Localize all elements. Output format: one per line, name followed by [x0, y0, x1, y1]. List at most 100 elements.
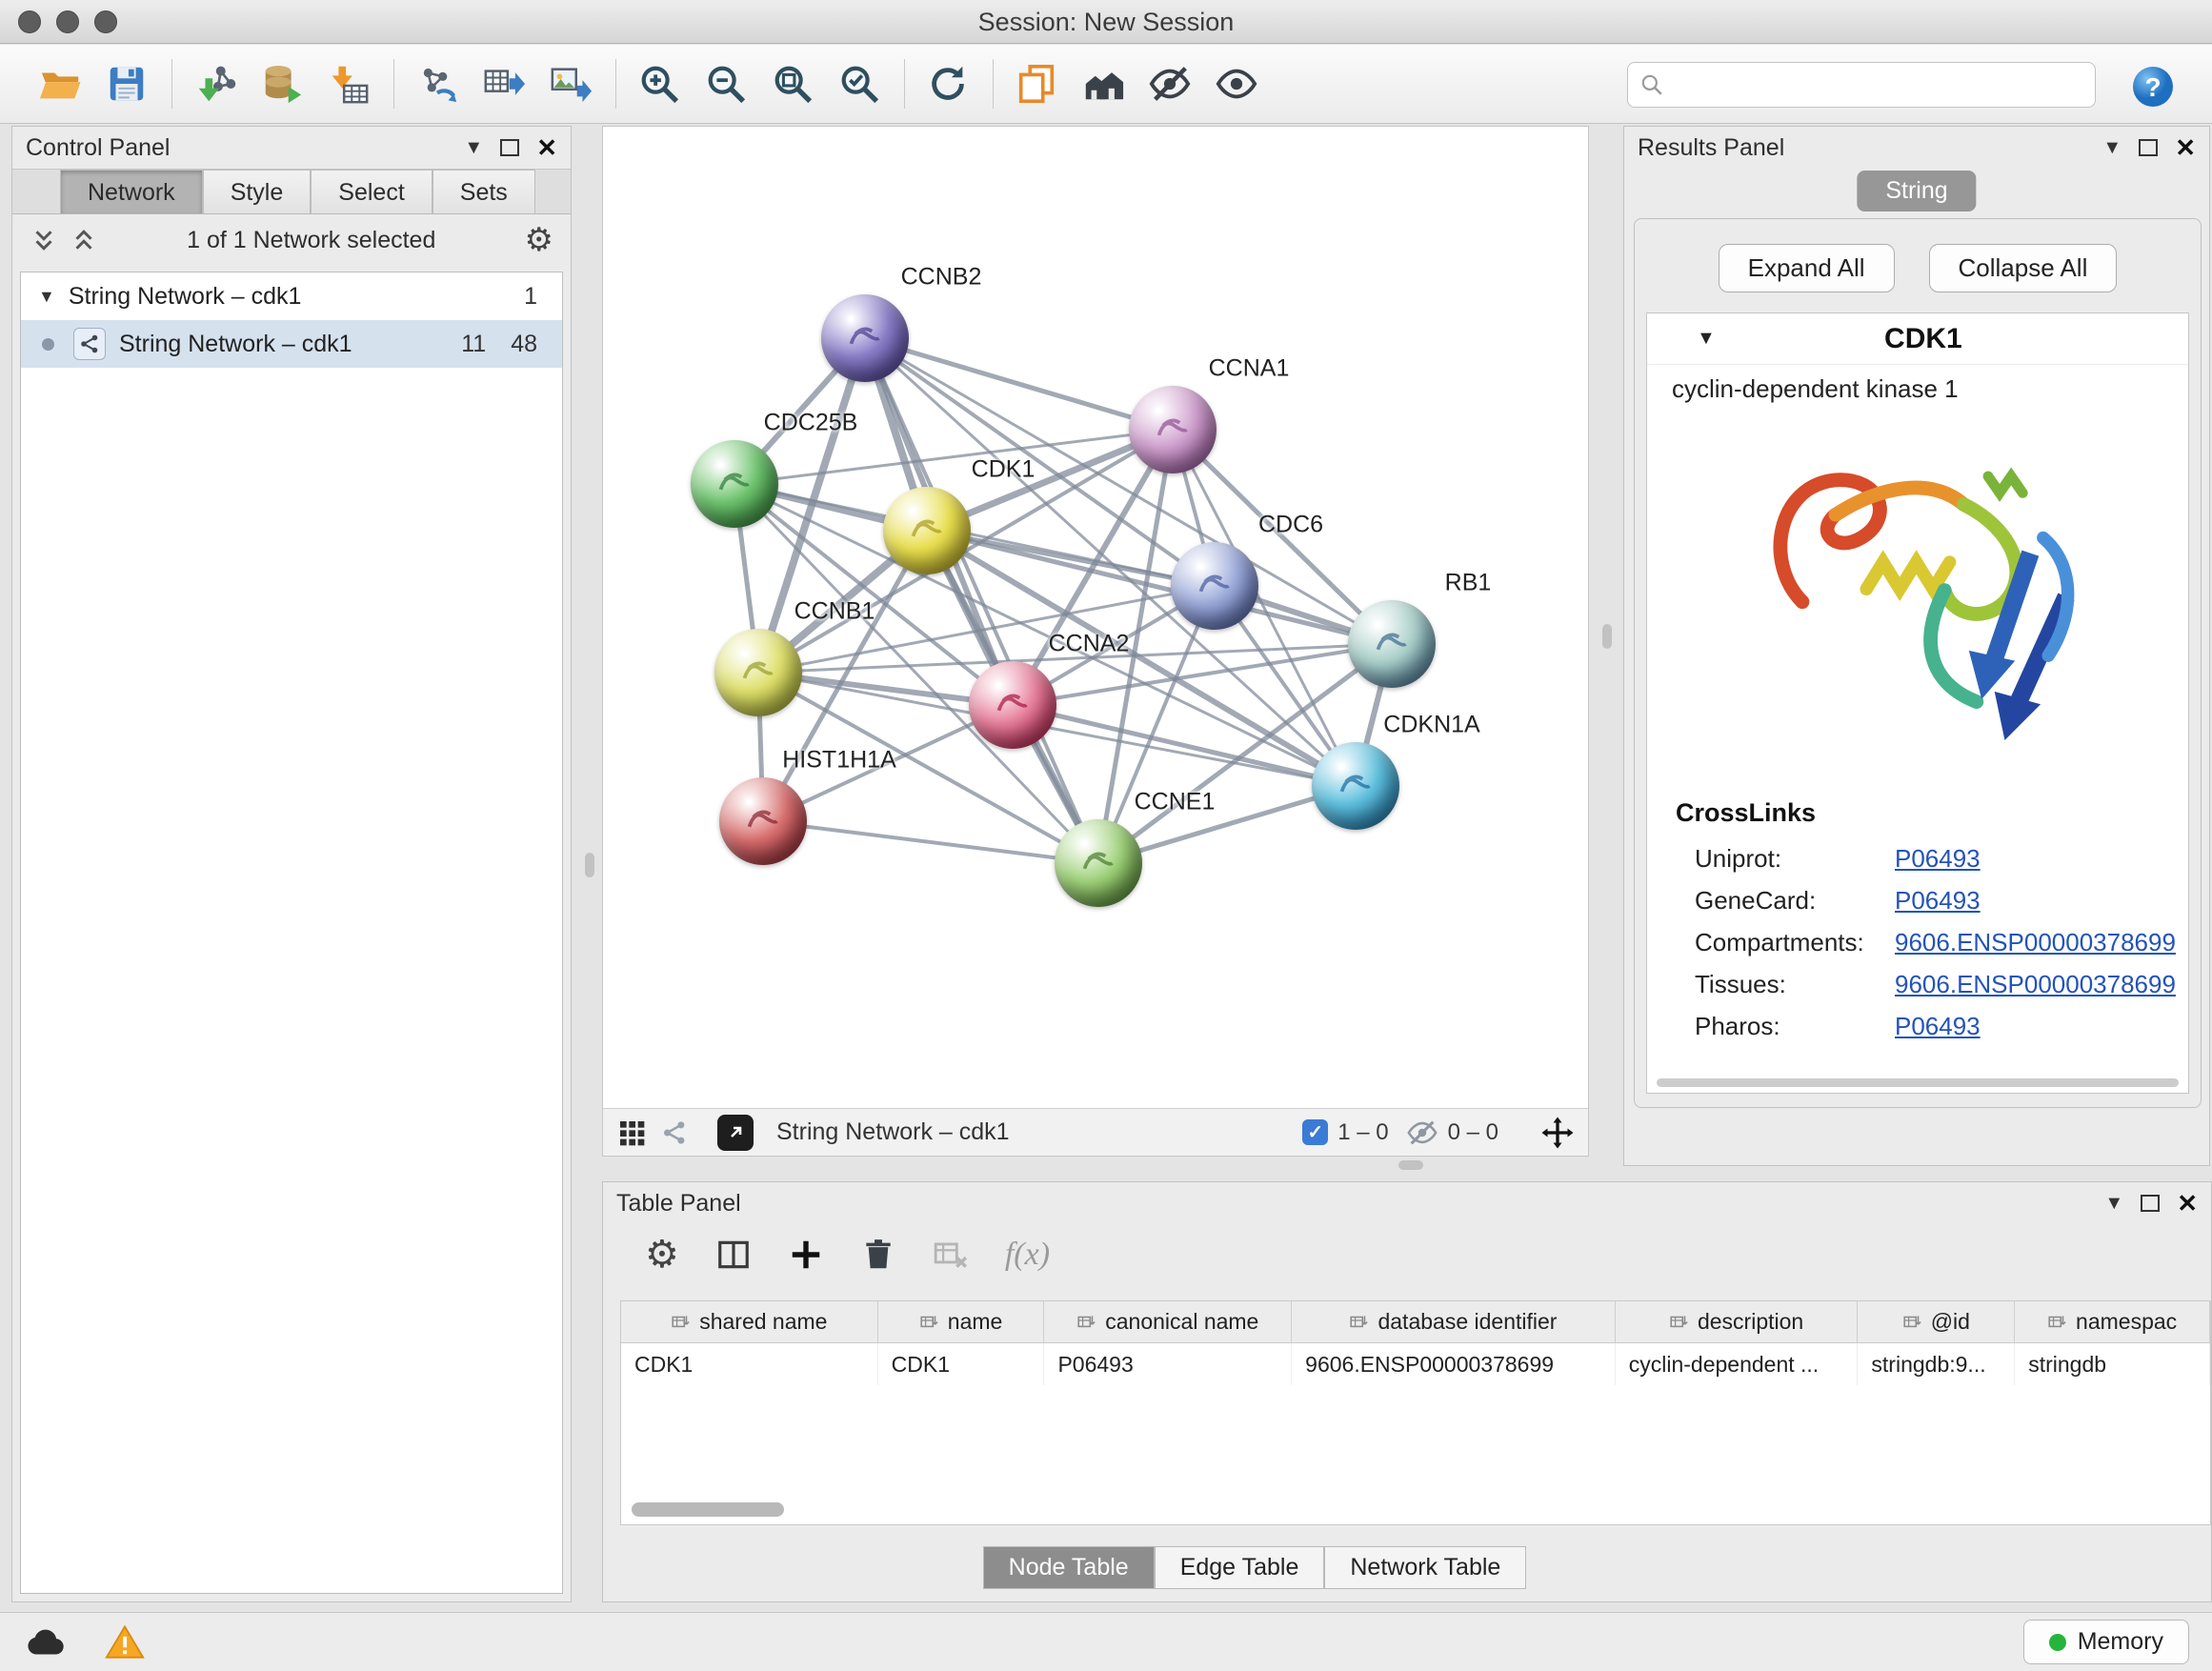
- zoom-in-button[interactable]: [632, 56, 687, 111]
- node-CDC6[interactable]: [1171, 542, 1258, 630]
- column-header-database-identifier[interactable]: database identifier: [1292, 1301, 1616, 1342]
- column-header-canonical-name[interactable]: canonical name: [1044, 1301, 1292, 1342]
- gene-disclosure-icon[interactable]: ▼: [1697, 328, 1716, 350]
- node-CDK1[interactable]: [883, 487, 971, 574]
- node-CCNA2[interactable]: [969, 661, 1056, 749]
- open-session-button[interactable]: [32, 56, 88, 111]
- tab-network-table[interactable]: Network Table: [1324, 1546, 1526, 1589]
- birds-eye-view-button[interactable]: [616, 1117, 647, 1148]
- export-table-button[interactable]: [476, 56, 532, 111]
- edge-CCNB2-CCNE1[interactable]: [865, 338, 1098, 863]
- warnings-button[interactable]: [105, 1622, 145, 1662]
- column-header-shared-name[interactable]: shared name: [621, 1301, 878, 1342]
- gear-icon[interactable]: ⚙: [525, 224, 553, 256]
- table-cell[interactable]: stringdb: [2015, 1343, 2210, 1385]
- copy-document-button[interactable]: [1009, 56, 1064, 111]
- table-cell[interactable]: 9606.ENSP00000378699: [1292, 1343, 1616, 1385]
- network-canvas[interactable]: CCNB2CCNA1CDC25BCDK1CDC6RB1CCNB1CCNA2CDK…: [603, 127, 1588, 1108]
- network-from-selection-button[interactable]: [410, 56, 465, 111]
- network-share-button[interactable]: [660, 1118, 689, 1147]
- node-CCNA1[interactable]: [1129, 386, 1217, 473]
- zoom-selected-button[interactable]: [832, 56, 887, 111]
- tab-select[interactable]: Select: [311, 170, 432, 213]
- save-session-button[interactable]: [99, 56, 154, 111]
- memory-button[interactable]: Memory: [2023, 1620, 2189, 1664]
- panel-menu-icon[interactable]: ▼: [2102, 137, 2122, 159]
- open-in-new-window-button[interactable]: [717, 1115, 754, 1151]
- node-CCNB2[interactable]: [821, 294, 909, 382]
- column-header-description[interactable]: description: [1616, 1301, 1859, 1342]
- pan-move-icon[interactable]: [1540, 1116, 1575, 1150]
- table-cell[interactable]: CDK1: [621, 1343, 878, 1385]
- eye-hidden-button[interactable]: [1142, 56, 1197, 111]
- table-cell[interactable]: stringdb:9...: [1858, 1343, 2015, 1385]
- table-settings-gear-icon[interactable]: ⚙: [645, 1238, 679, 1271]
- node-CCNB1[interactable]: [714, 629, 802, 716]
- edge-CCNB2-CCNA1[interactable]: [865, 338, 1173, 430]
- cloud-button[interactable]: [23, 1621, 67, 1664]
- show-columns-button[interactable]: [715, 1237, 752, 1273]
- float-panel-icon[interactable]: [2139, 139, 2158, 156]
- collapse-all-icon[interactable]: [30, 226, 58, 254]
- expand-all-icon[interactable]: [70, 226, 98, 254]
- results-scrollbar[interactable]: [1657, 1078, 2179, 1087]
- column-header-name[interactable]: name: [878, 1301, 1045, 1342]
- table-cell[interactable]: CDK1: [878, 1343, 1045, 1385]
- float-panel-icon[interactable]: [500, 139, 519, 156]
- node-CDKN1A[interactable]: [1312, 742, 1399, 830]
- splitter-handle[interactable]: [1602, 624, 1612, 649]
- table-hscrollbar[interactable]: [632, 1502, 784, 1517]
- network-row[interactable]: String Network – cdk1 11 48: [21, 320, 562, 368]
- tab-style[interactable]: Style: [203, 170, 312, 213]
- node-HIST1H1A[interactable]: [719, 777, 807, 865]
- table-row[interactable]: CDK1CDK1P064939606.ENSP00000378699cyclin…: [621, 1343, 2210, 1385]
- tab-node-table[interactable]: Node Table: [983, 1546, 1155, 1589]
- crosslink-link[interactable]: P06493: [1895, 844, 1981, 874]
- houses-button[interactable]: [1076, 56, 1131, 111]
- column-header--id[interactable]: @id: [1858, 1301, 2015, 1342]
- tab-network[interactable]: Network: [60, 170, 203, 213]
- delete-column-button[interactable]: [860, 1237, 896, 1273]
- edge-HIST1H1A-CCNE1[interactable]: [763, 821, 1098, 863]
- network-collection-row[interactable]: ▼ String Network – cdk1 1: [21, 272, 562, 320]
- selected-checkbox[interactable]: ✓: [1302, 1119, 1328, 1145]
- export-image-button[interactable]: [543, 56, 598, 111]
- tab-string[interactable]: String: [1857, 171, 1976, 211]
- panel-menu-icon[interactable]: ▼: [2104, 1193, 2123, 1215]
- expand-all-button[interactable]: Expand All: [1719, 244, 1895, 292]
- collection-disclosure-icon[interactable]: ▼: [38, 287, 55, 307]
- clear-table-button[interactable]: [933, 1237, 969, 1273]
- close-panel-icon[interactable]: ✕: [536, 138, 557, 157]
- node-CCNE1[interactable]: [1055, 819, 1142, 907]
- zoom-out-button[interactable]: [698, 56, 754, 111]
- apply-layout-button[interactable]: [920, 56, 975, 111]
- function-builder-button[interactable]: f(x): [1005, 1237, 1050, 1273]
- eye-visible-button[interactable]: [1209, 56, 1264, 111]
- node-RB1[interactable]: [1348, 600, 1436, 688]
- collapse-all-button[interactable]: Collapse All: [1929, 244, 2118, 292]
- close-panel-icon[interactable]: ✕: [2177, 1194, 2198, 1213]
- node-CDC25B[interactable]: [691, 440, 778, 528]
- import-table-file-button[interactable]: [321, 56, 376, 111]
- table-cell[interactable]: P06493: [1044, 1343, 1292, 1385]
- create-column-button[interactable]: [788, 1237, 824, 1273]
- splitter-handle[interactable]: [585, 853, 594, 877]
- crosslink-link[interactable]: P06493: [1895, 1012, 1981, 1041]
- table-cell[interactable]: cyclin-dependent ...: [1616, 1343, 1859, 1385]
- tab-sets[interactable]: Sets: [432, 170, 535, 213]
- column-header-namespac[interactable]: namespac: [2015, 1301, 2210, 1342]
- import-network-file-button[interactable]: [188, 56, 243, 111]
- panel-menu-icon[interactable]: ▼: [464, 137, 483, 159]
- edge-CCNA2-CDKN1A[interactable]: [1013, 705, 1356, 786]
- help-button[interactable]: ?: [2130, 64, 2176, 110]
- search-input[interactable]: [1674, 66, 2095, 104]
- splitter-handle[interactable]: [1398, 1160, 1423, 1170]
- crosslink-link[interactable]: P06493: [1895, 886, 1981, 916]
- tab-edge-table[interactable]: Edge Table: [1155, 1546, 1325, 1589]
- close-panel-icon[interactable]: ✕: [2175, 138, 2196, 157]
- import-network-database-button[interactable]: [254, 56, 310, 111]
- crosslink-link[interactable]: 9606.ENSP00000378699: [1895, 970, 2176, 999]
- zoom-fit-button[interactable]: [765, 56, 820, 111]
- crosslink-link[interactable]: 9606.ENSP00000378699: [1895, 928, 2176, 957]
- float-panel-icon[interactable]: [2141, 1195, 2160, 1212]
